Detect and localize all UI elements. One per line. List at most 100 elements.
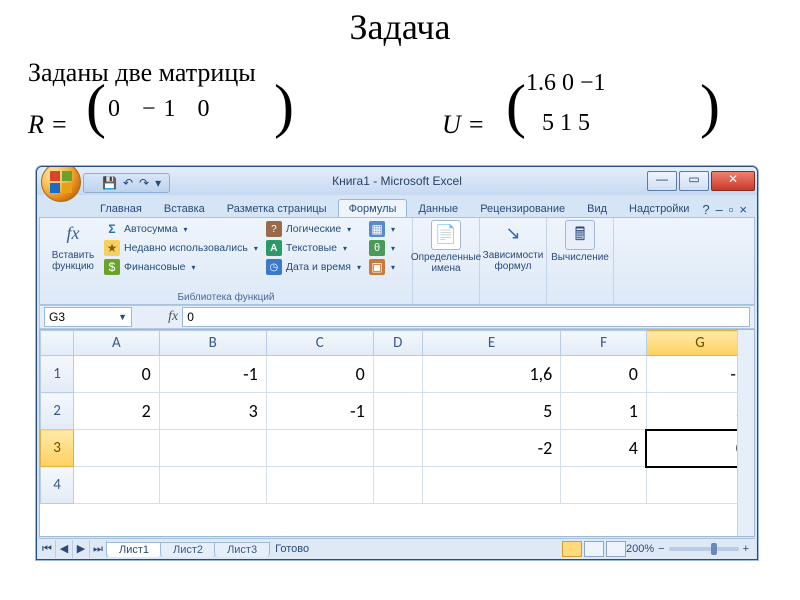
fx-icon: fx: [59, 220, 87, 248]
tab-home[interactable]: Главная: [89, 199, 153, 217]
cell[interactable]: [74, 430, 160, 467]
formula-auditing-label: Зависимости формул: [483, 250, 544, 272]
formula-auditing-button[interactable]: ↘ Зависимости формул: [486, 220, 540, 272]
cell[interactable]: 0: [561, 356, 647, 393]
logical-button[interactable]: ?Логические▾: [266, 220, 361, 238]
financial-button[interactable]: $Финансовые▾: [104, 258, 258, 276]
zoom-in-button[interactable]: +: [743, 543, 749, 555]
col-header-a[interactable]: A: [74, 331, 160, 356]
lookup-button[interactable]: ▦▾: [369, 220, 395, 238]
cell[interactable]: 0: [74, 356, 160, 393]
office-button[interactable]: [41, 166, 81, 202]
defined-names-button[interactable]: 📄 Определенные имена: [419, 220, 473, 274]
zoom-out-button[interactable]: −: [658, 543, 664, 555]
cell[interactable]: 4: [561, 430, 647, 467]
text-button[interactable]: AТекстовые▾: [266, 239, 361, 257]
name-manager-icon: 📄: [431, 220, 461, 250]
cell[interactable]: [373, 356, 422, 393]
cell[interactable]: [159, 430, 266, 467]
col-header-b[interactable]: B: [159, 331, 266, 356]
col-header-e[interactable]: E: [422, 331, 560, 356]
sheet-nav-next[interactable]: ▶: [73, 540, 90, 558]
ribbon-help-icon[interactable]: ?: [702, 202, 709, 217]
window-maximize-button[interactable]: ▭: [679, 171, 709, 191]
cell[interactable]: -2: [422, 430, 560, 467]
qat-save-icon[interactable]: 💾: [102, 176, 117, 190]
tab-data[interactable]: Данные: [407, 199, 469, 217]
group-function-library-label: Библиотека функций: [46, 290, 406, 304]
sheet-tab-3[interactable]: Лист3: [214, 542, 270, 557]
formula-input[interactable]: 0: [182, 307, 750, 327]
slide-subtitle: Заданы две матрицы: [28, 58, 800, 88]
cell[interactable]: [266, 430, 373, 467]
table-row: 3 -2 4 0: [41, 430, 754, 467]
window-minimize-button[interactable]: —: [647, 171, 677, 191]
datetime-button[interactable]: ◷Дата и время▾: [266, 258, 361, 276]
name-box[interactable]: G3 ▼: [44, 307, 132, 327]
cell[interactable]: 1: [561, 393, 647, 430]
vertical-scrollbar[interactable]: [737, 330, 754, 536]
cell[interactable]: [266, 467, 373, 504]
cell[interactable]: [159, 467, 266, 504]
row-header-3[interactable]: 3: [41, 430, 74, 467]
cell[interactable]: 3: [159, 393, 266, 430]
autosum-button[interactable]: ΣАвтосумма▾: [104, 220, 258, 238]
qat-dropdown-icon[interactable]: ▾: [155, 176, 161, 190]
ribbon-tabs: Главная Вставка Разметка страницы Формул…: [89, 195, 753, 217]
cell[interactable]: 5: [422, 393, 560, 430]
view-page-break-button[interactable]: [606, 541, 626, 557]
cell[interactable]: [373, 393, 422, 430]
chevron-down-icon: ▾: [184, 225, 188, 234]
worksheet-grid[interactable]: A B C D E F G 1 0 -1 0 1,6 0 -1 2 2: [39, 329, 755, 537]
qat-redo-icon[interactable]: ↷: [139, 176, 149, 190]
sheet-nav-prev[interactable]: ◀: [56, 540, 73, 558]
sheet-nav-first[interactable]: ⏮: [39, 540, 56, 558]
cell[interactable]: 0: [266, 356, 373, 393]
cell[interactable]: [373, 430, 422, 467]
chevron-down-icon[interactable]: ▼: [118, 312, 127, 322]
zoom-slider[interactable]: [669, 547, 739, 551]
row-header-4[interactable]: 4: [41, 467, 74, 504]
cell[interactable]: 1,6: [422, 356, 560, 393]
sheet-tab-2[interactable]: Лист2: [160, 542, 216, 557]
insert-function-button[interactable]: fx Вставить функцию: [46, 220, 100, 276]
qat-undo-icon[interactable]: ↶: [123, 176, 133, 190]
mdi-close-button[interactable]: ×: [739, 202, 747, 217]
col-header-d[interactable]: D: [373, 331, 422, 356]
tab-page-layout[interactable]: Разметка страницы: [216, 199, 338, 217]
cell[interactable]: 2: [74, 393, 160, 430]
tab-view[interactable]: Вид: [576, 199, 618, 217]
chevron-down-icon: ▾: [191, 263, 195, 272]
tab-insert[interactable]: Вставка: [153, 199, 216, 217]
cell[interactable]: [561, 467, 647, 504]
math-button[interactable]: θ▾: [369, 239, 395, 257]
tab-review[interactable]: Рецензирование: [469, 199, 576, 217]
view-page-layout-button[interactable]: [584, 541, 604, 557]
mdi-minimize-button[interactable]: –: [716, 202, 723, 217]
window-close-button[interactable]: ✕: [711, 171, 755, 191]
recently-used-button[interactable]: ★Недавно использовались▾: [104, 239, 258, 257]
cell[interactable]: [422, 467, 560, 504]
cell[interactable]: -1: [266, 393, 373, 430]
tab-formulas[interactable]: Формулы: [338, 199, 408, 217]
tab-addins[interactable]: Надстройки: [618, 199, 700, 217]
calculation-button[interactable]: 🖩 Вычисление: [553, 220, 607, 263]
col-header-f[interactable]: F: [561, 331, 647, 356]
name-box-value: G3: [49, 310, 65, 324]
col-header-c[interactable]: C: [266, 331, 373, 356]
autosum-label: Автосумма: [124, 223, 178, 235]
cell[interactable]: [373, 467, 422, 504]
formula-bar: G3 ▼ ✕ ✓ fx 0: [39, 305, 755, 329]
sheet-tab-1[interactable]: Лист1: [106, 542, 162, 557]
row-header-1[interactable]: 1: [41, 356, 74, 393]
paren-icon: ): [700, 72, 720, 141]
more-functions-button[interactable]: ▣▾: [369, 258, 395, 276]
cell[interactable]: -1: [159, 356, 266, 393]
row-header-2[interactable]: 2: [41, 393, 74, 430]
sheet-nav-last[interactable]: ⏭: [90, 540, 107, 558]
fx-icon[interactable]: fx: [164, 309, 182, 325]
view-normal-button[interactable]: [562, 541, 582, 557]
cell[interactable]: [74, 467, 160, 504]
mdi-restore-button[interactable]: ▫: [729, 202, 734, 217]
select-all-corner[interactable]: [41, 331, 74, 356]
